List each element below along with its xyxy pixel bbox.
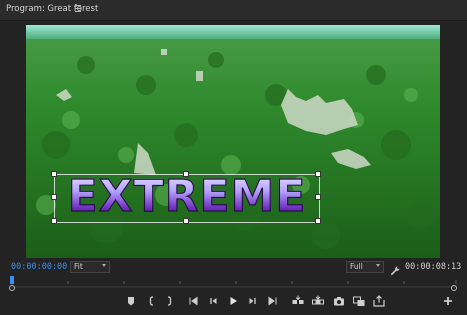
- add-button-icon[interactable]: [441, 294, 455, 308]
- settings-wrench-icon[interactable]: [390, 261, 400, 276]
- resolution-value: Full: [350, 262, 363, 271]
- panel-header: Program: Great forest: [0, 0, 467, 21]
- forest-video-frame: [26, 25, 440, 258]
- panel-menu-icon[interactable]: [75, 5, 81, 12]
- in-point-handle: [9, 285, 15, 291]
- playback-resolution-dropdown[interactable]: Full: [346, 261, 384, 273]
- duration-timecode: 00:00:08:13: [405, 262, 462, 272]
- program-monitor-viewer[interactable]: EXTREME: [26, 25, 440, 258]
- zoom-level-dropdown[interactable]: Fit: [70, 261, 110, 273]
- mark-out-icon[interactable]: [162, 294, 176, 308]
- play-icon[interactable]: [226, 294, 240, 308]
- go-to-in-icon[interactable]: [186, 294, 200, 308]
- out-point-handle: [451, 285, 457, 291]
- export-icon[interactable]: [372, 294, 386, 308]
- transport-controls: [0, 294, 467, 310]
- export-frame-icon[interactable]: [332, 294, 346, 308]
- time-ruler[interactable]: [8, 276, 458, 292]
- panel-title[interactable]: Program: Great forest: [6, 4, 98, 14]
- step-forward-icon[interactable]: [246, 294, 260, 308]
- playhead-icon: [10, 276, 14, 284]
- insert-icon[interactable]: [291, 294, 305, 308]
- zoom-level-value: Fit: [74, 262, 83, 271]
- step-back-icon[interactable]: [206, 294, 220, 308]
- chevron-down-icon: [376, 264, 380, 267]
- comparison-view-icon[interactable]: [352, 294, 366, 308]
- current-timecode[interactable]: 00:00:00:00: [11, 262, 67, 272]
- go-to-out-icon[interactable]: [266, 294, 280, 308]
- mark-in-icon[interactable]: [145, 294, 159, 308]
- marker-icon[interactable]: [124, 294, 138, 308]
- overwrite-icon[interactable]: [311, 294, 325, 308]
- chevron-down-icon: [102, 264, 106, 267]
- title-text-extreme[interactable]: EXTREME: [54, 170, 320, 223]
